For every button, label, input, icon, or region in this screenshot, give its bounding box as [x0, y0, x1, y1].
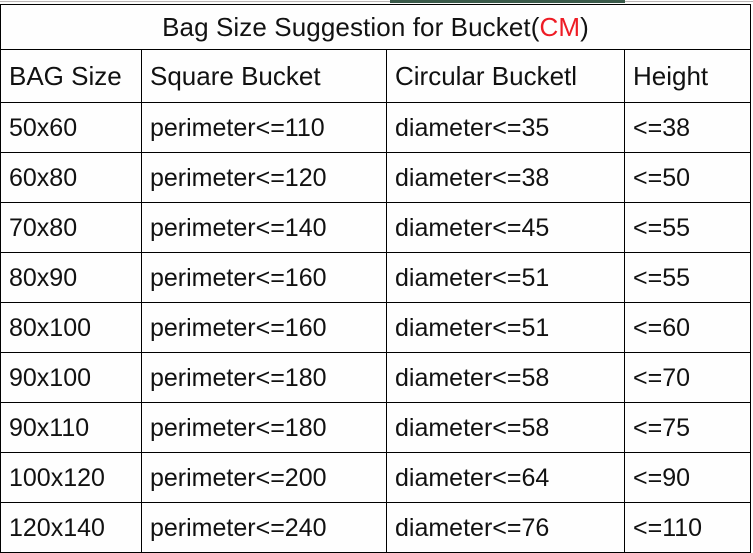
- cell-square-bucket: perimeter<=180: [141, 352, 387, 403]
- cell-circular-bucket: diameter<=51: [386, 302, 625, 353]
- table-title-open-paren: (: [530, 12, 540, 42]
- table-row: 80x100 perimeter<=160 diameter<=51 <=60: [0, 302, 752, 353]
- column-header-circular-bucket: Circular Bucketl: [386, 49, 625, 103]
- table-row: 70x80 perimeter<=140 diameter<=45 <=55: [0, 202, 752, 253]
- cell-height: <=110: [623, 502, 752, 553]
- table-title: Bag Size Suggestion for Bucket(CM): [0, 4, 752, 50]
- cell-height: <=90: [623, 452, 752, 503]
- top-hairline-right: [625, 1, 753, 2]
- table-row: 120x140 perimeter<=240 diameter<=76 <=11…: [0, 502, 752, 553]
- cell-circular-bucket: diameter<=45: [386, 202, 625, 253]
- table-row: 60x80 perimeter<=120 diameter<=38 <=50: [0, 152, 752, 203]
- cell-height: <=38: [623, 102, 752, 153]
- table-title-row: Bag Size Suggestion for Bucket(CM): [0, 4, 752, 50]
- cell-height: <=55: [623, 252, 752, 303]
- table-row: 90x110 perimeter<=180 diameter<=58 <=75: [0, 402, 752, 453]
- column-header-bag-size: BAG Size: [0, 49, 142, 103]
- cell-height: <=50: [623, 152, 752, 203]
- cell-circular-bucket: diameter<=58: [386, 402, 625, 453]
- cell-bag-size: 100x120: [0, 452, 142, 503]
- cell-square-bucket: perimeter<=200: [141, 452, 387, 503]
- table-row: 90x100 perimeter<=180 diameter<=58 <=70: [0, 352, 752, 403]
- cell-circular-bucket: diameter<=76: [386, 502, 625, 553]
- cell-height: <=55: [623, 202, 752, 253]
- cell-bag-size: 120x140: [0, 502, 142, 553]
- cell-bag-size: 60x80: [0, 152, 142, 203]
- cell-circular-bucket: diameter<=58: [386, 352, 625, 403]
- bag-size-suggestion-table: Bag Size Suggestion for Bucket(CM) BAG S…: [0, 4, 752, 553]
- cell-bag-size: 80x100: [0, 302, 142, 353]
- table-title-main: Bag Size Suggestion for Bucket: [162, 12, 531, 42]
- table-title-unit: CM: [539, 12, 581, 42]
- green-accent-bar: [390, 0, 625, 3]
- top-hairline-left: [0, 1, 390, 2]
- cell-square-bucket: perimeter<=120: [141, 152, 387, 203]
- cell-square-bucket: perimeter<=240: [141, 502, 387, 553]
- cell-height: <=70: [623, 352, 752, 403]
- cell-bag-size: 50x60: [0, 102, 142, 153]
- table-title-close-paren: ): [580, 12, 589, 42]
- cell-square-bucket: perimeter<=110: [141, 102, 387, 153]
- column-header-square-bucket: Square Bucket: [141, 49, 387, 103]
- cell-square-bucket: perimeter<=180: [141, 402, 387, 453]
- cell-circular-bucket: diameter<=64: [386, 452, 625, 503]
- table-row: 100x120 perimeter<=200 diameter<=64 <=90: [0, 452, 752, 503]
- cell-height: <=75: [623, 402, 752, 453]
- cell-circular-bucket: diameter<=51: [386, 252, 625, 303]
- table-row: 80x90 perimeter<=160 diameter<=51 <=55: [0, 252, 752, 303]
- cell-bag-size: 80x90: [0, 252, 142, 303]
- cell-square-bucket: perimeter<=160: [141, 302, 387, 353]
- table-row: 50x60 perimeter<=110 diameter<=35 <=38: [0, 102, 752, 153]
- cell-height: <=60: [623, 302, 752, 353]
- table-header-row: BAG Size Square Bucket Circular Bucketl …: [0, 49, 752, 103]
- cell-circular-bucket: diameter<=38: [386, 152, 625, 203]
- cell-bag-size: 90x110: [0, 402, 142, 453]
- cell-bag-size: 90x100: [0, 352, 142, 403]
- page-root: Bag Size Suggestion for Bucket(CM) BAG S…: [0, 0, 753, 553]
- cell-square-bucket: perimeter<=160: [141, 252, 387, 303]
- cell-square-bucket: perimeter<=140: [141, 202, 387, 253]
- column-header-height: Height: [623, 49, 752, 103]
- cell-bag-size: 70x80: [0, 202, 142, 253]
- cell-circular-bucket: diameter<=35: [386, 102, 625, 153]
